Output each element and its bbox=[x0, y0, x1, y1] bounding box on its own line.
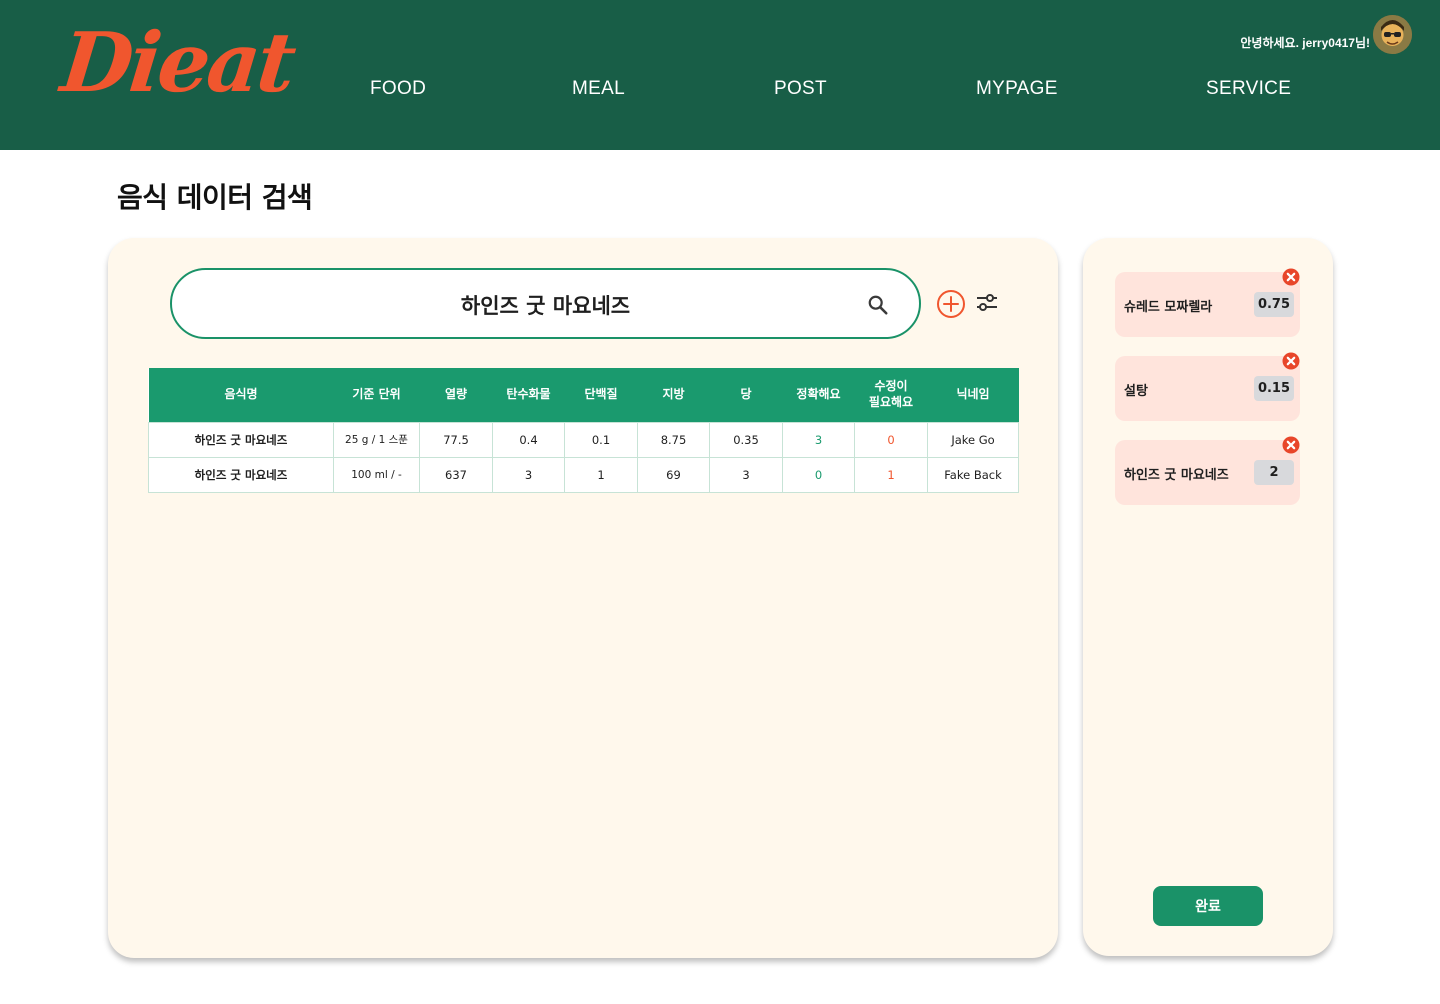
close-circle-icon[interactable] bbox=[1282, 352, 1300, 370]
cell-needs-fix[interactable]: 0 bbox=[854, 421, 928, 458]
plus-circle-icon[interactable] bbox=[936, 289, 966, 319]
nav-item-meal[interactable]: MEAL bbox=[572, 78, 625, 100]
cell-protein: 0.1 bbox=[564, 421, 638, 458]
search-panel: 하인즈 굿 마요네즈 음식명 기준 단위 열량 탄수화물 단백질 지방 당 정확… bbox=[108, 238, 1058, 958]
cell-carb: 0.4 bbox=[492, 421, 565, 458]
user-greeting: 안녕하세요. jerry0417님! bbox=[1240, 36, 1370, 50]
cell-accurate[interactable]: 3 bbox=[782, 421, 855, 458]
column-header-name: 음식명 bbox=[148, 368, 334, 422]
column-header-accurate: 정확해요 bbox=[782, 368, 855, 422]
table-row[interactable]: 하인즈 굿 마요네즈 100 ml / - 637 3 1 69 3 0 1 F… bbox=[148, 456, 1019, 493]
search-query[interactable]: 하인즈 굿 마요네즈 bbox=[172, 290, 919, 320]
cell-carb: 3 bbox=[492, 456, 565, 493]
cell-fat: 69 bbox=[637, 456, 710, 493]
nav-item-post[interactable]: POST bbox=[774, 78, 827, 100]
cell-nickname: Fake Back bbox=[927, 456, 1019, 493]
cell-needs-fix[interactable]: 1 bbox=[854, 456, 928, 493]
cell-sugar: 0.35 bbox=[709, 421, 783, 458]
column-header-nickname: 닉네임 bbox=[927, 368, 1019, 422]
cart-item-name: 설탕 bbox=[1124, 384, 1148, 399]
cart-item-name: 하인즈 굿 마요네즈 bbox=[1124, 468, 1229, 483]
cell-kcal: 637 bbox=[419, 456, 493, 493]
cart-item: 설탕 0.15 bbox=[1115, 352, 1300, 421]
column-header-protein: 단백질 bbox=[564, 368, 638, 422]
cart-item: 하인즈 굿 마요네즈 2 bbox=[1115, 436, 1300, 505]
nav-item-service[interactable]: SERVICE bbox=[1206, 78, 1291, 100]
cart-item: 슈레드 모짜렐라 0.75 bbox=[1115, 268, 1300, 337]
sliders-icon[interactable] bbox=[975, 293, 999, 315]
cell-unit: 25 g / 1 스푼 bbox=[333, 421, 420, 458]
cart-item-quantity[interactable]: 0.15 bbox=[1254, 376, 1294, 401]
cell-protein: 1 bbox=[564, 456, 638, 493]
column-header-carb: 탄수화물 bbox=[492, 368, 565, 422]
cart-item-quantity[interactable]: 0.75 bbox=[1254, 292, 1294, 317]
column-header-needs-fix: 수정이 필요해요 bbox=[854, 368, 928, 422]
nav-item-food[interactable]: FOOD bbox=[370, 78, 426, 100]
column-header-fat: 지방 bbox=[637, 368, 710, 422]
close-circle-icon[interactable] bbox=[1282, 436, 1300, 454]
column-header-kcal: 열량 bbox=[419, 368, 493, 422]
cart-item-quantity[interactable]: 2 bbox=[1254, 460, 1294, 485]
site-header: Dieat FOOD MEAL POST MYPAGE SERVICE 안녕하세… bbox=[0, 0, 1440, 150]
cell-sugar: 3 bbox=[709, 456, 783, 493]
table-row[interactable]: 하인즈 굿 마요네즈 25 g / 1 스푼 77.5 0.4 0.1 8.75… bbox=[148, 421, 1019, 458]
cell-nickname: Jake Go bbox=[927, 421, 1019, 458]
done-button[interactable]: 완료 bbox=[1153, 886, 1263, 926]
cell-kcal: 77.5 bbox=[419, 421, 493, 458]
column-header-sugar: 당 bbox=[709, 368, 783, 422]
column-header-unit: 기준 단위 bbox=[333, 368, 420, 422]
dieat-logo[interactable]: Dieat bbox=[57, 15, 298, 111]
close-circle-icon[interactable] bbox=[1282, 268, 1300, 286]
avatar[interactable] bbox=[1373, 15, 1412, 54]
cart-item-name: 슈레드 모짜렐라 bbox=[1124, 300, 1213, 315]
food-data-table: 음식명 기준 단위 열량 탄수화물 단백질 지방 당 정확해요 수정이 필요해요… bbox=[148, 368, 1019, 493]
nav-item-mypage[interactable]: MYPAGE bbox=[976, 78, 1058, 100]
table-header-row: 음식명 기준 단위 열량 탄수화물 단백질 지방 당 정확해요 수정이 필요해요… bbox=[148, 368, 1019, 422]
page-title: 음식 데이터 검색 bbox=[117, 181, 313, 214]
cell-accurate[interactable]: 0 bbox=[782, 456, 855, 493]
cell-name: 하인즈 굿 마요네즈 bbox=[148, 456, 334, 493]
search-input[interactable]: 하인즈 굿 마요네즈 bbox=[170, 268, 921, 339]
cell-fat: 8.75 bbox=[637, 421, 710, 458]
search-icon[interactable] bbox=[867, 294, 889, 316]
cell-unit: 100 ml / - bbox=[333, 456, 420, 493]
cell-name: 하인즈 굿 마요네즈 bbox=[148, 421, 334, 458]
selected-food-panel: 슈레드 모짜렐라 0.75 설탕 0.15 하인즈 굿 마요네즈 2 완료 bbox=[1083, 238, 1333, 956]
